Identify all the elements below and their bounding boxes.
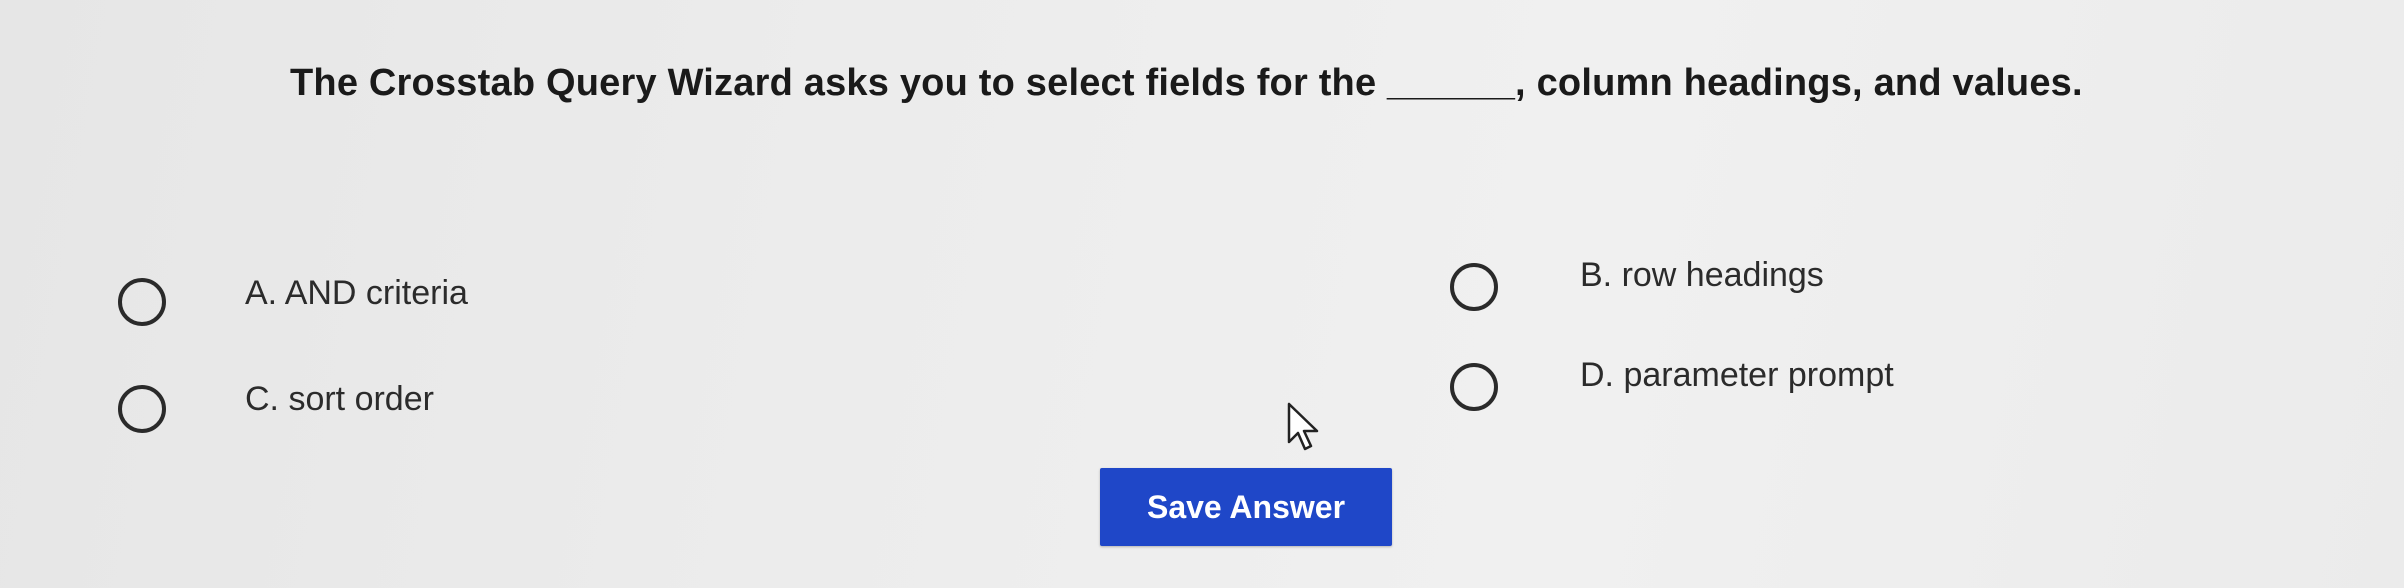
option-d-label[interactable]: D. parameter prompt xyxy=(1580,356,1894,395)
option-a-label[interactable]: A. AND criteria xyxy=(245,274,468,313)
radio-option-d[interactable] xyxy=(1450,363,1498,411)
radio-option-a[interactable] xyxy=(118,278,166,326)
radio-option-c[interactable] xyxy=(118,385,166,433)
option-c-label[interactable]: C. sort order xyxy=(245,380,434,419)
save-answer-button[interactable]: Save Answer xyxy=(1100,468,1392,546)
question-text: The Crosstab Query Wizard asks you to se… xyxy=(290,62,2083,104)
option-b-label[interactable]: B. row headings xyxy=(1580,256,1824,295)
mouse-pointer-icon xyxy=(1287,402,1319,451)
radio-option-b[interactable] xyxy=(1450,263,1498,311)
